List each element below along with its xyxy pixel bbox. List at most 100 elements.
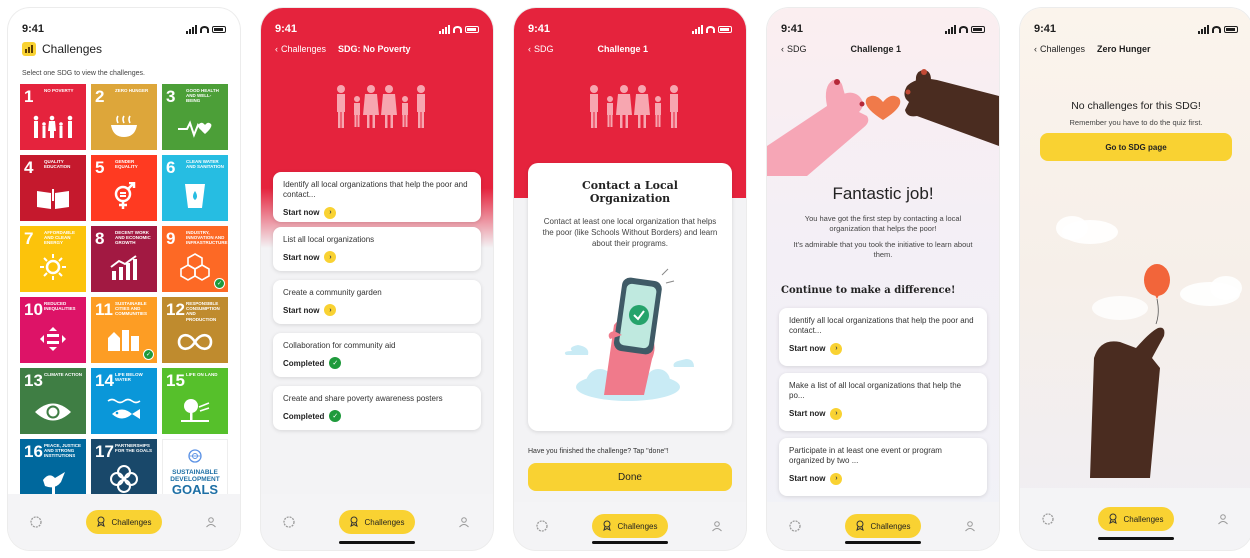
tab-bar: Challenges [514, 502, 746, 550]
sdg-tile-12[interactable]: 12 Responsible Consumption and Production [162, 297, 228, 363]
sdg-tile-13[interactable]: 13 Climate Action [20, 368, 86, 434]
hands-heart-illustration [767, 66, 999, 181]
challenge-item[interactable]: List all local organizations Start now › [273, 227, 481, 271]
tab-challenges[interactable]: Challenges [592, 514, 668, 538]
screen-sdg-list: 9:41 Challenges Select one SDG to view t… [8, 8, 240, 550]
sdg-tile-name: Quality Education [44, 159, 71, 170]
sdg-tile-name: Sustainable Cities and Communities [115, 301, 147, 317]
challenge-card: Contact a Local Organization Contact at … [528, 163, 732, 431]
back-button[interactable]: ‹ SDG [781, 44, 807, 54]
sdg-tile-1[interactable]: 1 No Poverty [20, 84, 86, 150]
growth-icon [109, 255, 139, 286]
tab-profile-icon[interactable] [710, 519, 724, 533]
back-label: SDG [787, 44, 807, 54]
home-indicator [845, 541, 921, 544]
tab-challenges-label: Challenges [111, 517, 152, 527]
chevron-left-icon: ‹ [1034, 44, 1037, 54]
battery-icon [212, 25, 226, 33]
status-icons [692, 24, 732, 34]
sdg-tile-3[interactable]: 3 Good Health and Well-Being [162, 84, 228, 150]
back-label: Challenges [281, 44, 327, 54]
tab-bar: Challenges [261, 494, 493, 550]
signal-icon [1198, 24, 1209, 34]
tab-profile-icon[interactable] [1216, 512, 1230, 526]
status-bar: 9:41 [1034, 22, 1238, 36]
tab-profile-icon[interactable] [963, 519, 977, 533]
tab-challenges[interactable]: Challenges [339, 510, 415, 534]
page-header: Challenges [22, 42, 102, 56]
back-button[interactable]: ‹ SDG [528, 44, 554, 54]
infinity-icon [177, 332, 213, 357]
go-to-sdg-button[interactable]: Go to SDG page [1040, 133, 1232, 161]
sdg-tile-name: Climate Action [44, 372, 82, 377]
balloon-hand-illustration [1020, 198, 1250, 483]
nav-title: Zero Hunger [1097, 44, 1151, 54]
nav-bar: ‹ SDG Challenge 1 [528, 44, 732, 54]
back-button[interactable]: ‹ Challenges [275, 44, 326, 54]
sdg-tile-10[interactable]: 10 Reduced Inequalities [20, 297, 86, 363]
done-button[interactable]: Done [528, 463, 732, 491]
chevron-left-icon: ‹ [781, 44, 784, 54]
tab-profile-icon[interactable] [457, 515, 471, 529]
sdg-tile-name: Responsible Consumption and Production [186, 301, 220, 322]
challenge-item[interactable]: Collaboration for community aid Completed… [273, 333, 481, 377]
completed-check-icon: ✓ [143, 349, 154, 360]
wifi-icon [706, 25, 715, 33]
completed-check-icon: ✓ [329, 410, 342, 423]
tab-home-icon[interactable] [1041, 512, 1055, 526]
tab-challenges-label: Challenges [1123, 514, 1164, 524]
challenge-item[interactable]: Identify all local organizations that he… [273, 172, 481, 222]
challenge-item-title: Collaboration for community aid [283, 341, 396, 350]
chevron-right-icon: › [830, 472, 843, 485]
eye-icon [34, 401, 72, 428]
status-time: 9:41 [528, 23, 551, 35]
tab-challenges-label: Challenges [617, 521, 658, 531]
home-indicator [339, 541, 415, 544]
page-title: Challenges [42, 42, 103, 56]
screen-sdg-challenges: 9:41 ‹ Challenges SDG: No Poverty Identi… [261, 8, 493, 550]
tab-home-icon[interactable] [282, 515, 296, 529]
battery-icon [718, 25, 732, 33]
sdg-tile-11[interactable]: 11 Sustainable Cities and Communities ✓ [91, 297, 157, 363]
sdg-tile-5[interactable]: 5 Gender Equality [91, 155, 157, 221]
battery-icon [971, 25, 985, 33]
challenge-item-status: Start now › [283, 304, 471, 317]
sdg-tile-8[interactable]: 8 Decent Work and Economic Growth [91, 226, 157, 292]
sdg-tile-15[interactable]: 15 Life on Land [162, 368, 228, 434]
tab-home-icon[interactable] [788, 519, 802, 533]
sdg-grid: 1 No Poverty 2 Zero Hunger 3 Good Health and … [20, 84, 230, 505]
tab-challenges[interactable]: Challenges [1098, 507, 1174, 531]
medal-icon [855, 520, 865, 533]
status-bar: 9:41 [22, 22, 226, 36]
status-time: 9:41 [22, 23, 45, 35]
challenge-item-status: Start now › [789, 472, 977, 485]
page-subtitle: Select one SDG to view the challenges. [22, 70, 145, 77]
tab-home-icon[interactable] [29, 515, 43, 529]
challenge-item[interactable]: Make a list of all local organizations t… [779, 373, 987, 431]
sdg-tile-name: Clean Water and Sanitation [186, 159, 224, 170]
sdg-tile-9[interactable]: 9 Industry, Innovation and Infrastructure… [162, 226, 228, 292]
completed-check-icon: ✓ [214, 278, 225, 289]
challenge-item[interactable]: Identify all local organizations that he… [779, 308, 987, 366]
sdg-tile-6[interactable]: 6 Clean Water and Sanitation [162, 155, 228, 221]
tab-profile-icon[interactable] [204, 515, 218, 529]
sdg-tile-name: Life on Land [186, 372, 218, 377]
sdg-tile-name: Affordable and Clean Energy [44, 230, 75, 246]
status-bar: 9:41 [528, 22, 732, 36]
tab-home-icon[interactable] [535, 519, 549, 533]
challenge-item[interactable]: Create and share poverty awareness poste… [273, 386, 481, 430]
tab-challenges[interactable]: Challenges [845, 514, 921, 538]
sdg-tile-14[interactable]: 14 Life Below Water [91, 368, 157, 434]
empty-heading: No challenges for this SDG! [1071, 100, 1201, 112]
challenge-item[interactable]: Create a community garden Start now › [273, 280, 481, 324]
sdg-tile-2[interactable]: 2 Zero Hunger [91, 84, 157, 150]
city-icon [107, 326, 141, 357]
sdg-tile-7[interactable]: 7 Affordable and Clean Energy [20, 226, 86, 292]
status-time: 9:41 [1034, 23, 1057, 35]
sdg-tile-4[interactable]: 4 Quality Education [20, 155, 86, 221]
back-button[interactable]: ‹ Challenges [1034, 44, 1085, 54]
challenge-item[interactable]: Participate in at least one event or pro… [779, 438, 987, 496]
medal-icon [602, 520, 612, 533]
tab-challenges[interactable]: Challenges [86, 510, 162, 534]
challenge-status-label: Start now [283, 208, 320, 218]
